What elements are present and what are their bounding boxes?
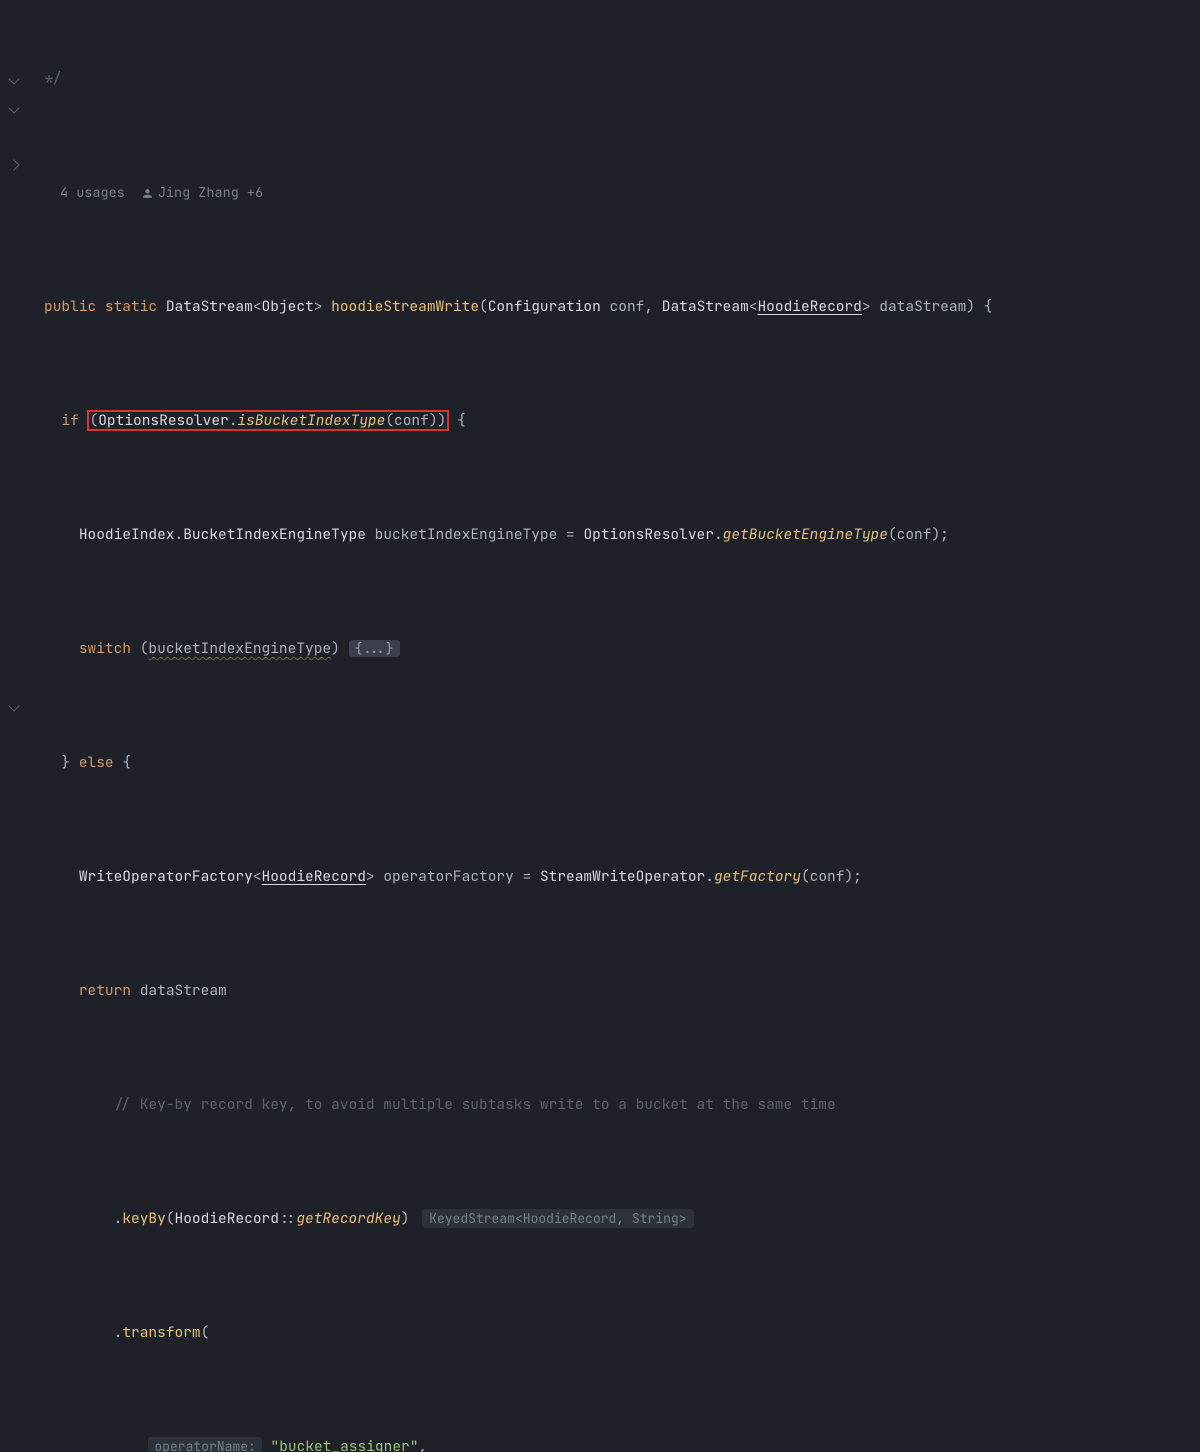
code-line: public static DataStream<Object> hoodieS…: [44, 293, 1094, 322]
code-line: return dataStream: [44, 977, 1094, 1006]
code-editor[interactable]: */ 4 usages Jing Zhang +6 public static …: [0, 0, 1200, 1452]
fold-chevron-icon[interactable]: [0, 65, 28, 94]
usages-count[interactable]: 4 usages: [60, 179, 125, 208]
gutter: [0, 0, 28, 1452]
fold-chevron-icon[interactable]: [0, 692, 28, 721]
code-line: WriteOperatorFactory<HoodieRecord> opera…: [44, 863, 1094, 892]
author-inlay[interactable]: Jing Zhang +6: [141, 179, 263, 208]
fold-chevron-icon[interactable]: [0, 151, 28, 180]
code-line: .transform(: [44, 1319, 1094, 1348]
folded-block[interactable]: {...}: [349, 640, 400, 657]
inlay-meta: 4 usages Jing Zhang +6: [44, 179, 1094, 208]
code-line: HoodieIndex.BucketIndexEngineType bucket…: [44, 521, 1094, 550]
code-line: if (OptionsResolver.isBucketIndexType(co…: [44, 407, 1094, 436]
person-icon: [141, 187, 154, 200]
highlight-box-1: (OptionsResolver.isBucketIndexType(conf)…: [88, 411, 449, 430]
code-line: switch (bucketIndexEngineType) {...}: [44, 635, 1094, 664]
code-area[interactable]: */ 4 usages Jing Zhang +6 public static …: [28, 0, 1094, 1452]
code-line: } else {: [44, 749, 1094, 778]
code-line: operatorName: "bucket_assigner",: [44, 1433, 1094, 1452]
param-hint: operatorName:: [148, 1437, 261, 1452]
comment: */: [44, 69, 61, 88]
code-line: // Key-by record key, to avoid multiple …: [44, 1091, 1094, 1120]
type-inlay: KeyedStream<HoodieRecord, String>: [422, 1209, 693, 1228]
code-line: .keyBy(HoodieRecord::getRecordKey) Keyed…: [44, 1205, 1094, 1234]
fold-chevron-icon[interactable]: [0, 94, 28, 123]
